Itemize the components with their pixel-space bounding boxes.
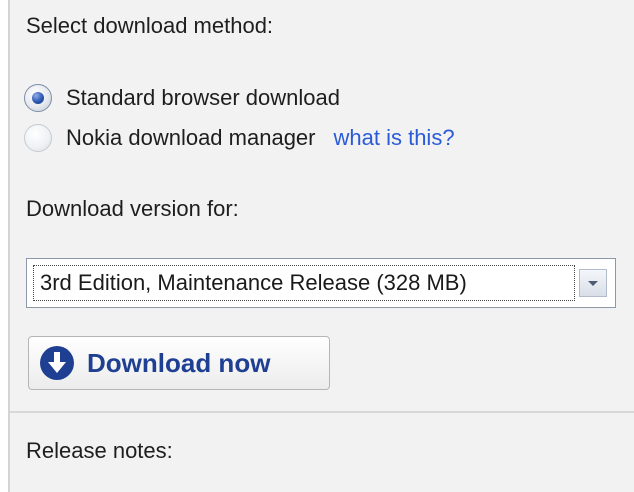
version-select[interactable]: 3rd Edition, Maintenance Release (328 MB… — [26, 258, 616, 308]
radio-button-unchecked[interactable] — [24, 124, 52, 152]
chevron-down-icon[interactable] — [579, 269, 607, 297]
radio-option-nokia-manager[interactable]: Nokia download manager what is this? — [24, 120, 455, 156]
what-is-this-link[interactable]: what is this? — [334, 125, 455, 151]
version-select-value[interactable]: 3rd Edition, Maintenance Release (328 MB… — [33, 265, 575, 301]
radio-dot — [32, 92, 44, 104]
download-method-label: Select download method: — [26, 13, 274, 38]
radio-label-standard[interactable]: Standard browser download — [66, 85, 340, 111]
release-notes-label: Release notes: — [26, 438, 173, 463]
radio-option-standard[interactable]: Standard browser download — [24, 80, 340, 116]
download-arrow-icon — [40, 346, 74, 380]
radio-button-checked[interactable] — [24, 84, 52, 112]
download-version-label: Download version for: — [26, 196, 239, 221]
section-divider — [10, 411, 634, 413]
download-panel: Select download method: Standard browser… — [8, 0, 634, 492]
download-now-button[interactable]: Download now — [28, 336, 330, 390]
download-now-label: Download now — [87, 347, 271, 378]
radio-label-nokia-manager[interactable]: Nokia download manager — [66, 125, 316, 151]
